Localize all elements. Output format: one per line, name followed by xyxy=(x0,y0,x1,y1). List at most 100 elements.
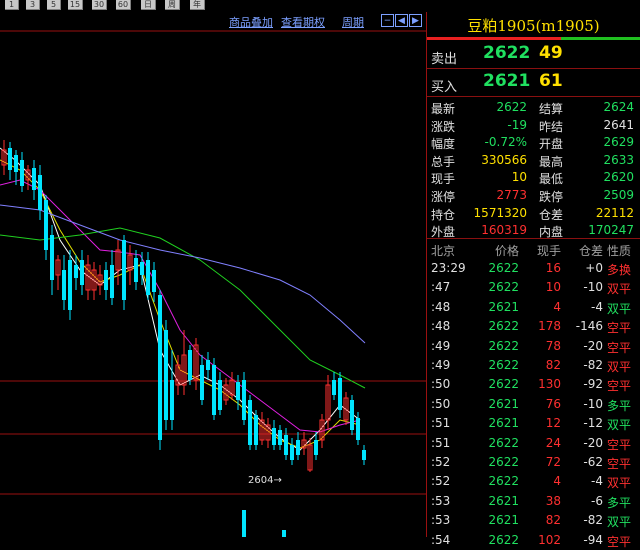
tick-oi-change: -92 xyxy=(583,377,603,392)
candle-body-down xyxy=(350,400,354,430)
stat-row: 最新 2622 结算 2624 xyxy=(427,98,640,116)
period-button[interactable]: 15 xyxy=(68,0,83,10)
tick-row[interactable]: :52 2622 72 -62 空平 xyxy=(427,452,640,471)
tick-row[interactable]: :53 2621 38 -6 多平 xyxy=(427,491,640,510)
volume-bar xyxy=(242,510,246,537)
tick-row[interactable]: :48 2622 178 -146 空平 xyxy=(427,316,640,335)
tick-volume: 178 xyxy=(538,319,561,334)
tick-oi-change: -82 xyxy=(583,513,603,528)
bid-volume: 61 xyxy=(539,71,563,91)
bid-label: 买入 xyxy=(431,80,458,95)
tick-oi-change: +0 xyxy=(585,261,603,275)
tick-volume: 24 xyxy=(545,435,561,450)
ask-row: 卖出 2622 49 xyxy=(427,42,640,68)
view-options-link[interactable]: 查看期权 xyxy=(281,14,325,30)
stat-label: 最新 xyxy=(431,102,456,116)
tick-oi-change: -4 xyxy=(591,474,603,489)
period-button[interactable]: 5 xyxy=(47,0,61,10)
stat-value: -0.72% xyxy=(484,135,527,150)
period-button[interactable]: 周 xyxy=(165,0,180,10)
tick-price: 2621 xyxy=(488,493,519,508)
tick-nature: 空平 xyxy=(607,379,632,394)
stat-label: 仓差 xyxy=(539,207,564,222)
stat-label: 持仓 xyxy=(431,207,456,222)
stat-label: 最低 xyxy=(539,172,564,187)
period-link[interactable]: 周期 xyxy=(342,14,364,30)
candle-body-down xyxy=(200,365,204,400)
tick-oi-change: -146 xyxy=(575,319,603,334)
tick-row[interactable]: :54 2622 102 -94 空平 xyxy=(427,530,640,549)
candle-body-down xyxy=(164,330,168,420)
candle-body-down xyxy=(362,450,366,460)
tick-price: 2621 xyxy=(488,299,519,314)
scroll-left-icon[interactable]: ◀ xyxy=(395,14,408,27)
candle-body-down xyxy=(338,378,342,410)
stat-value: 330566 xyxy=(481,152,527,167)
ask-volume: 49 xyxy=(539,43,563,63)
tick-price: 2622 xyxy=(488,435,519,450)
tick-row[interactable]: 23:29 2622 16 +0 多换 xyxy=(427,258,640,277)
period-button[interactable]: 3 xyxy=(26,0,40,10)
tick-nature: 双平 xyxy=(607,301,632,316)
tick-oi-change: -94 xyxy=(583,532,603,547)
period-button[interactable]: 日 xyxy=(141,0,156,10)
stat-label: 跌停 xyxy=(539,190,564,204)
tick-row[interactable]: :50 2622 130 -92 空平 xyxy=(427,374,640,393)
tick-time: :48 xyxy=(431,299,451,314)
candle-body-down xyxy=(38,175,42,210)
candle-body-down xyxy=(20,160,24,186)
stat-label: 涨停 xyxy=(431,190,456,204)
zoom-out-icon[interactable]: − xyxy=(381,14,394,27)
period-button[interactable]: 1 xyxy=(5,0,19,10)
candle-body-down xyxy=(32,168,36,190)
tick-row[interactable]: :52 2622 4 -4 双平 xyxy=(427,471,640,490)
tick-row[interactable]: :53 2621 82 -82 双平 xyxy=(427,510,640,529)
tick-price: 2622 xyxy=(488,377,519,392)
tick-oi-change: -62 xyxy=(583,455,603,469)
tick-row[interactable]: :49 2622 82 -82 双平 xyxy=(427,355,640,374)
tick-price: 2621 xyxy=(488,416,519,431)
tick-time: :52 xyxy=(431,474,451,489)
tick-row[interactable]: :51 2621 12 -12 双平 xyxy=(427,413,640,432)
tick-row[interactable]: :50 2621 76 -10 多平 xyxy=(427,394,640,413)
stat-value: 2622 xyxy=(496,100,527,114)
tick-row[interactable]: :49 2622 78 -20 空平 xyxy=(427,336,640,355)
stat-row: 现手 10 最低 2620 xyxy=(427,168,640,186)
tick-nature: 双平 xyxy=(607,515,632,530)
tick-time: :47 xyxy=(431,280,451,295)
period-button[interactable]: 年 xyxy=(190,0,205,10)
tick-nature: 多换 xyxy=(607,263,632,277)
stat-label: 最高 xyxy=(539,154,564,169)
stat-value: -19 xyxy=(507,117,527,132)
candle-body-down xyxy=(80,260,84,285)
candle-body-down xyxy=(50,235,54,280)
scroll-right-icon[interactable]: ▶ xyxy=(409,14,422,27)
tick-row[interactable]: :47 2622 10 -10 双平 xyxy=(427,277,640,296)
ma-line-1 xyxy=(0,147,361,451)
candlestick-chart[interactable]: 2604→ xyxy=(0,12,426,537)
tick-time: 23:29 xyxy=(431,261,466,275)
tick-header: 北京 价格 现手 仓差 性质 xyxy=(427,239,640,258)
tick-volume: 16 xyxy=(545,261,561,275)
stat-label: 结算 xyxy=(539,102,564,116)
commodity-overlay-link[interactable]: 商品叠加 xyxy=(229,14,273,30)
tick-row[interactable]: :51 2622 24 -20 空平 xyxy=(427,433,640,452)
tick-nature: 空平 xyxy=(607,321,632,336)
period-button[interactable]: 60 xyxy=(116,0,131,10)
stat-value: 22112 xyxy=(595,205,634,220)
stat-row: 持仓 1571320 仓差 22112 xyxy=(427,204,640,222)
tick-row[interactable]: :48 2621 4 -4 双平 xyxy=(427,297,640,316)
tick-time: :49 xyxy=(431,338,451,353)
tick-time: :51 xyxy=(431,435,451,450)
tick-volume: 12 xyxy=(545,416,561,431)
tick-nature: 双平 xyxy=(607,282,632,297)
candles xyxy=(1,140,366,472)
tick-price: 2622 xyxy=(488,532,519,547)
tick-volume: 10 xyxy=(545,280,561,295)
period-button[interactable]: 30 xyxy=(92,0,107,10)
tick-volume: 4 xyxy=(553,474,561,489)
stat-label: 开盘 xyxy=(539,137,564,152)
divider-line xyxy=(427,96,640,97)
candle-body-down xyxy=(62,270,66,300)
tick-header-oi-change: 仓差 xyxy=(578,244,603,258)
